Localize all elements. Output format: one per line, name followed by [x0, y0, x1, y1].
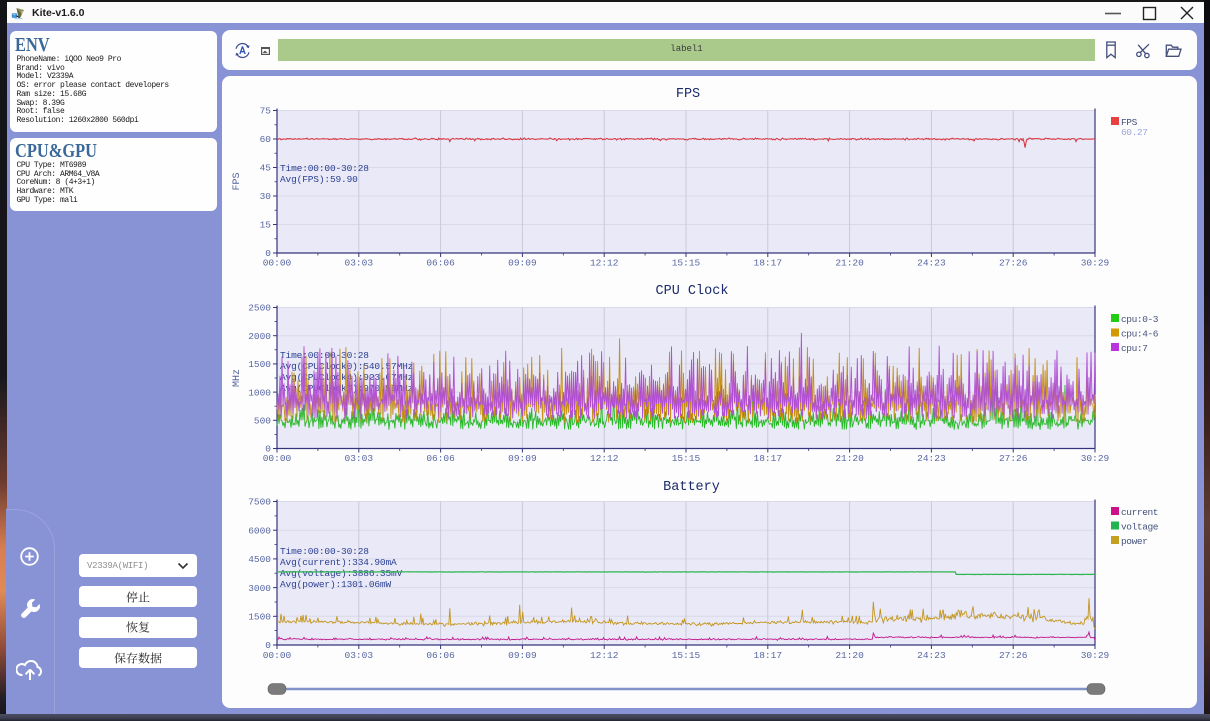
svg-text:09:09: 09:09	[508, 650, 537, 661]
svg-text:15:15: 15:15	[672, 650, 701, 661]
svg-text:4500: 4500	[248, 554, 271, 565]
svg-text:03:03: 03:03	[345, 650, 374, 661]
svg-text:30:29: 30:29	[1081, 453, 1110, 464]
svg-text:1000: 1000	[248, 387, 271, 398]
svg-text:00:00: 00:00	[263, 453, 292, 464]
svg-text:21:20: 21:20	[835, 453, 864, 464]
svg-text:30:29: 30:29	[1081, 258, 1110, 269]
svg-text:FPS: FPS	[676, 87, 700, 102]
svg-text:27:26: 27:26	[999, 453, 1028, 464]
svg-text:06:06: 06:06	[426, 258, 455, 269]
svg-text:30:29: 30:29	[1081, 650, 1110, 661]
svg-text:18:17: 18:17	[754, 453, 783, 464]
svg-text:power: power	[1121, 536, 1148, 547]
svg-text:27:26: 27:26	[999, 650, 1028, 661]
svg-text:1500: 1500	[248, 359, 271, 370]
svg-text:00:00: 00:00	[263, 258, 292, 269]
svg-text:Battery: Battery	[663, 480, 720, 495]
svg-text:2500: 2500	[248, 303, 271, 314]
svg-text:MHz: MHz	[232, 369, 243, 387]
svg-text:Avg(FPS):59.90: Avg(FPS):59.90	[280, 174, 358, 185]
svg-text:60.27: 60.27	[1121, 127, 1148, 138]
svg-text:60: 60	[260, 134, 272, 145]
svg-text:24:23: 24:23	[917, 453, 946, 464]
svg-text:09:09: 09:09	[508, 453, 537, 464]
svg-text:CPU Clock: CPU Clock	[656, 284, 729, 299]
svg-text:03:03: 03:03	[345, 258, 374, 269]
svg-text:06:06: 06:06	[426, 453, 455, 464]
svg-text:21:20: 21:20	[835, 258, 864, 269]
svg-text:30: 30	[260, 191, 272, 202]
svg-text:21:20: 21:20	[835, 650, 864, 661]
svg-text:15: 15	[260, 220, 272, 231]
svg-text:Time:00:00-30:28: Time:00:00-30:28	[280, 163, 369, 174]
svg-text:75: 75	[260, 106, 272, 117]
svg-text:18:17: 18:17	[754, 650, 783, 661]
svg-text:09:09: 09:09	[508, 258, 537, 269]
svg-text:voltage: voltage	[1121, 522, 1159, 533]
svg-text:12:12: 12:12	[590, 453, 619, 464]
svg-text:18:17: 18:17	[754, 258, 783, 269]
svg-text:6000: 6000	[248, 525, 271, 536]
svg-text:24:23: 24:23	[917, 258, 946, 269]
svg-text:7500: 7500	[248, 497, 271, 508]
svg-text:current: current	[1121, 507, 1158, 518]
svg-text:03:03: 03:03	[345, 453, 374, 464]
svg-text:cpu:0-3: cpu:0-3	[1121, 314, 1159, 325]
svg-text:27:26: 27:26	[999, 258, 1028, 269]
svg-text:06:06: 06:06	[426, 650, 455, 661]
svg-text:cpu:7: cpu:7	[1121, 343, 1148, 354]
svg-text:15:15: 15:15	[672, 258, 701, 269]
svg-text:12:12: 12:12	[590, 258, 619, 269]
svg-text:45: 45	[260, 163, 272, 174]
svg-text:1500: 1500	[248, 612, 271, 623]
svg-text:12:12: 12:12	[590, 650, 619, 661]
svg-text:Time:00:00-30:28: Time:00:00-30:28	[280, 546, 369, 557]
svg-text:Avg(current):334.90mA: Avg(current):334.90mA	[280, 557, 397, 568]
svg-text:24:23: 24:23	[917, 650, 946, 661]
svg-text:2000: 2000	[248, 331, 271, 342]
svg-text:00:00: 00:00	[263, 650, 292, 661]
svg-text:Time:00:00-30:28: Time:00:00-30:28	[280, 350, 369, 361]
svg-text:500: 500	[254, 416, 271, 427]
svg-text:15:15: 15:15	[672, 453, 701, 464]
svg-text:cpu:4-6: cpu:4-6	[1121, 329, 1159, 340]
svg-text:FPS: FPS	[232, 172, 243, 190]
svg-text:Avg(power):1301.06mW: Avg(power):1301.06mW	[280, 579, 391, 590]
svg-text:Avg(voltage):3886.35mV: Avg(voltage):3886.35mV	[280, 568, 403, 579]
svg-text:3000: 3000	[248, 583, 271, 594]
